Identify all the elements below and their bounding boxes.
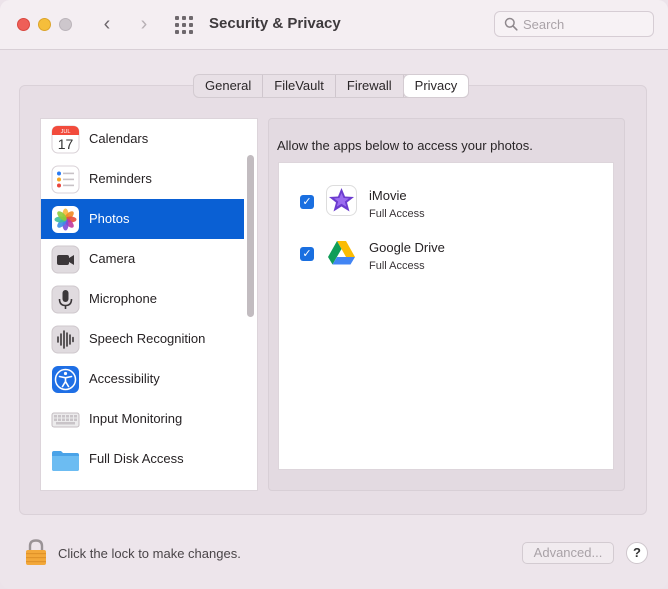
tab-bar: General FileVault Firewall Privacy — [193, 74, 470, 98]
keyboard-icon — [51, 412, 80, 428]
imovie-icon — [326, 185, 357, 216]
sidebar-item-label: Input Monitoring — [89, 411, 183, 426]
svg-text:JUL: JUL — [61, 129, 71, 135]
waveform-icon — [51, 325, 80, 354]
microphone-icon — [51, 285, 80, 314]
list-item-google-drive[interactable]: ✓ Google Drive Full Access — [279, 230, 613, 282]
show-all-grid-icon[interactable] — [175, 16, 193, 34]
app-name: Google Drive — [369, 240, 445, 255]
sidebar-item-label: Microphone — [89, 291, 157, 306]
sidebar-item-label: Camera — [89, 251, 136, 266]
folder-icon — [51, 485, 80, 491]
close-window-button[interactable] — [17, 18, 30, 31]
sidebar-item-label: Calendars — [89, 131, 149, 146]
app-permission-list: ✓ iMovie Full Access ✓ Google Drive Full… — [278, 162, 614, 470]
search-field[interactable] — [494, 11, 654, 37]
imovie-checkbox[interactable]: ✓ — [300, 195, 314, 209]
sidebar-scrollbar[interactable] — [247, 155, 254, 317]
folder-icon — [52, 451, 79, 471]
photos-icon — [52, 206, 79, 233]
window-title: Security & Privacy — [209, 15, 341, 32]
title-bar: ‹ › Security & Privacy — [0, 0, 668, 50]
zoom-window-button[interactable] — [59, 18, 72, 31]
permissions-caption: Allow the apps below to access your phot… — [277, 138, 533, 153]
back-chevron-icon[interactable]: ‹ — [96, 12, 118, 36]
sidebar-item-camera[interactable]: Camera — [41, 239, 244, 279]
tab-firewall[interactable]: Firewall — [336, 75, 404, 97]
sidebar-item-accessibility[interactable]: Accessibility — [41, 359, 244, 399]
sidebar-item-reminders[interactable]: Reminders — [41, 159, 244, 199]
sidebar-item-microphone[interactable]: Microphone — [41, 279, 244, 319]
security-privacy-window: ‹ › Security & Privacy General FileVault… — [0, 0, 668, 589]
tab-general[interactable]: General — [194, 75, 264, 97]
search-icon — [504, 17, 518, 31]
minimize-window-button[interactable] — [38, 18, 51, 31]
list-item-imovie[interactable]: ✓ iMovie Full Access — [279, 178, 613, 230]
sidebar-item-photos[interactable]: Photos — [41, 199, 244, 239]
tab-privacy[interactable]: Privacy — [403, 75, 469, 97]
privacy-category-list[interactable]: JUL 17 Calendars Reminders Photos Camera… — [40, 118, 258, 491]
lock-icon[interactable] — [24, 538, 48, 566]
calendar-icon: JUL 17 — [51, 125, 80, 154]
sidebar-item-label: Reminders — [89, 171, 152, 186]
app-access-level: Full Access — [369, 260, 425, 272]
advanced-button[interactable]: Advanced... — [522, 542, 614, 564]
sidebar-item-full-disk-access[interactable]: Full Disk Access — [41, 439, 244, 479]
sidebar-item-calendars[interactable]: JUL 17 Calendars — [41, 119, 244, 159]
app-access-level: Full Access — [369, 208, 425, 220]
sidebar-item-label: Accessibility — [89, 371, 160, 386]
svg-text:17: 17 — [58, 136, 74, 152]
sidebar-item-speech-recognition[interactable]: Speech Recognition — [41, 319, 244, 359]
sidebar-item-label: Photos — [89, 211, 130, 226]
sidebar-item-partial[interactable] — [41, 479, 244, 491]
google-drive-icon — [328, 241, 355, 265]
lock-hint-text: Click the lock to make changes. — [58, 546, 241, 561]
reminders-icon — [51, 165, 80, 194]
camera-icon — [51, 245, 80, 274]
sidebar-item-label: Speech Recognition — [89, 331, 206, 346]
search-input[interactable] — [523, 15, 648, 33]
sidebar-item-input-monitoring[interactable]: Input Monitoring — [41, 399, 244, 439]
google-drive-checkbox[interactable]: ✓ — [300, 247, 314, 261]
sidebar-item-label: Full Disk Access — [89, 451, 184, 466]
app-name: iMovie — [369, 188, 407, 203]
accessibility-icon — [52, 366, 79, 393]
tab-filevault[interactable]: FileVault — [263, 75, 336, 97]
help-button[interactable]: ? — [626, 542, 648, 564]
forward-chevron-icon[interactable]: › — [133, 12, 155, 36]
